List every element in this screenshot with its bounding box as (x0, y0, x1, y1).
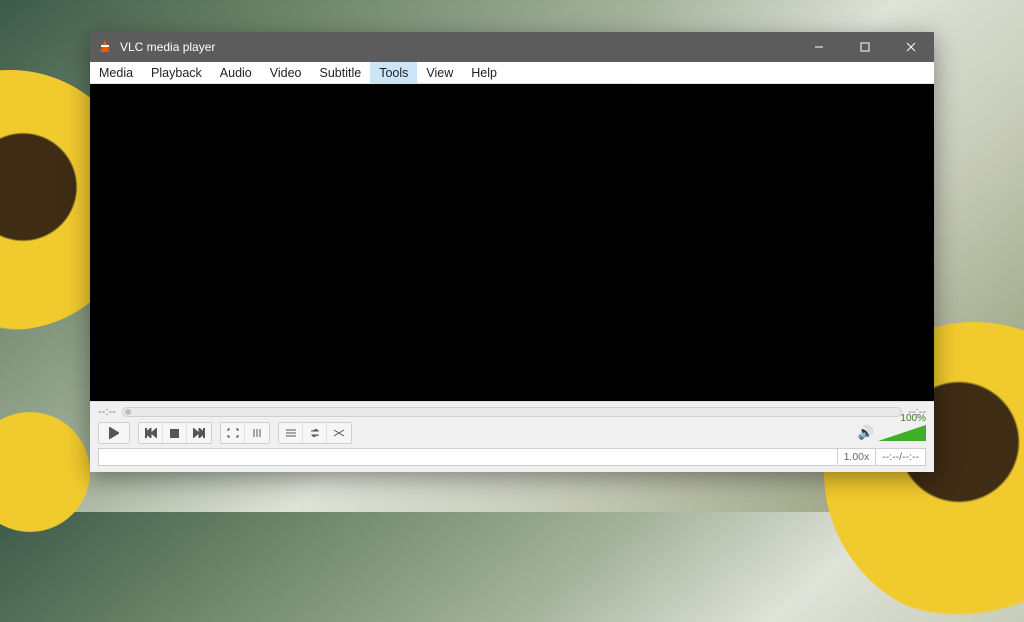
vlc-cone-icon (98, 40, 112, 54)
volume-slider[interactable]: 100% (878, 425, 926, 441)
next-button[interactable] (187, 423, 211, 443)
play-button[interactable] (99, 423, 129, 443)
wallpaper-sunflower (0, 402, 100, 542)
menu-media[interactable]: Media (90, 62, 142, 83)
menu-help[interactable]: Help (462, 62, 506, 83)
menu-audio[interactable]: Audio (211, 62, 261, 83)
elapsed-time: --:-- (98, 406, 116, 418)
stop-button[interactable] (163, 423, 187, 443)
loop-button[interactable] (303, 423, 327, 443)
volume-percent: 100% (900, 413, 926, 424)
time-display: --:--/--:-- (876, 448, 926, 466)
titlebar[interactable]: VLC media player (90, 32, 934, 62)
speaker-icon[interactable]: 🔊 (858, 425, 874, 441)
menu-tools[interactable]: Tools⚙Effects and FiltersCtrl+ETrack Syn… (370, 62, 417, 83)
app-window: VLC media player MediaPlaybackAudioVideo… (90, 32, 934, 472)
playback-speed[interactable]: 1.00x (838, 448, 877, 466)
close-button[interactable] (888, 32, 934, 62)
fullscreen-button[interactable] (221, 423, 245, 443)
video-area[interactable] (90, 84, 934, 401)
ext-settings-button[interactable] (245, 423, 269, 443)
menu-view[interactable]: View (417, 62, 462, 83)
minimize-button[interactable] (796, 32, 842, 62)
shuffle-button[interactable] (327, 423, 351, 443)
prev-button[interactable] (139, 423, 163, 443)
menu-video[interactable]: Video (261, 62, 311, 83)
status-text (98, 448, 838, 466)
window-title: VLC media player (120, 40, 215, 54)
maximize-button[interactable] (842, 32, 888, 62)
menu-subtitle[interactable]: Subtitle (311, 62, 371, 83)
menu-playback[interactable]: Playback (142, 62, 211, 83)
controls-panel: --:-- --:-- (90, 401, 934, 472)
menubar: MediaPlaybackAudioVideoSubtitleTools⚙Eff… (90, 62, 934, 84)
playlist-button[interactable] (279, 423, 303, 443)
seek-slider[interactable] (122, 407, 903, 417)
